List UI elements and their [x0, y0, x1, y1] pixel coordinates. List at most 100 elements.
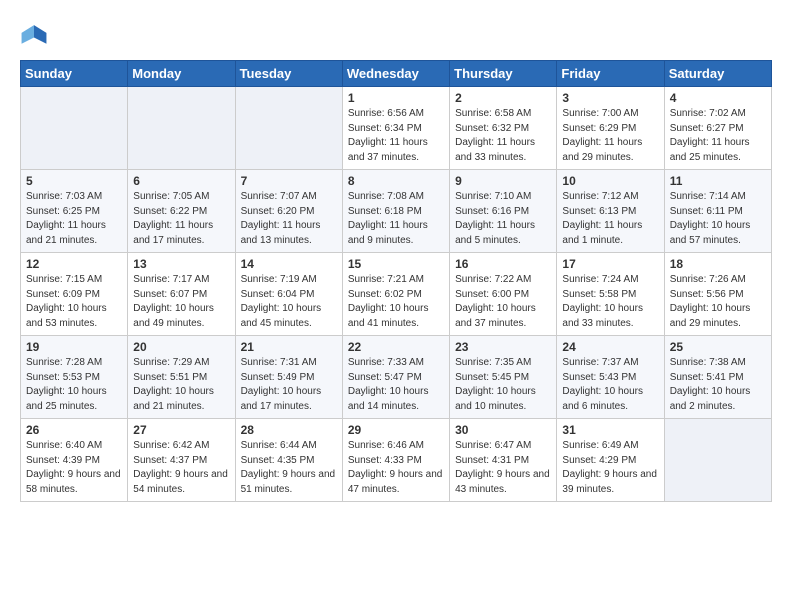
calendar-cell: 9Sunrise: 7:10 AM Sunset: 6:16 PM Daylig… [450, 170, 557, 253]
calendar-week-row: 26 Sunrise: 6:40 AM Sunset: 4:39 PM Dayli… [21, 419, 772, 502]
day-info: Sunrise: 7:38 AM Sunset: 5:41 PM Dayligh… [670, 356, 766, 414]
calendar-cell: 21 Sunrise: 7:31 AM Sunset: 5:49 PM Dayli… [235, 336, 342, 419]
day-info: Sunrise: 6:42 AM Sunset: 4:37 PM Dayligh… [133, 439, 229, 497]
day-info: Sunrise: 7:21 AM Sunset: 6:02 PM Dayligh… [348, 273, 444, 331]
weekday-header: Monday [128, 61, 235, 87]
day-info: Sunrise: 7:22 AM Sunset: 6:00 PM Dayligh… [455, 273, 551, 331]
day-number: 23 [455, 340, 551, 354]
calendar-cell: 13 Sunrise: 7:17 AM Sunset: 6:07 PM Dayli… [128, 253, 235, 336]
calendar-cell: 8Sunrise: 7:08 AM Sunset: 6:18 PM Daylig… [342, 170, 449, 253]
calendar-cell: 7 Sunrise: 7:07 AM Sunset: 6:20 PM Daylig… [235, 170, 342, 253]
page: SundayMondayTuesdayWednesdayThursdayFrid… [0, 0, 792, 516]
calendar-cell: 19Sunrise: 7:28 AM Sunset: 5:53 PM Dayli… [21, 336, 128, 419]
calendar-cell: 12Sunrise: 7:15 AM Sunset: 6:09 PM Dayli… [21, 253, 128, 336]
day-info: Sunrise: 7:37 AM Sunset: 5:43 PM Dayligh… [562, 356, 658, 414]
calendar-cell: 20 Sunrise: 7:29 AM Sunset: 5:51 PM Dayli… [128, 336, 235, 419]
calendar-cell: 1 Sunrise: 6:56 AM Sunset: 6:34 PM Daylig… [342, 87, 449, 170]
calendar-cell: 6 Sunrise: 7:05 AM Sunset: 6:22 PM Daylig… [128, 170, 235, 253]
calendar-cell: 22 Sunrise: 7:33 AM Sunset: 5:47 PM Dayli… [342, 336, 449, 419]
calendar-cell: 10 Sunrise: 7:12 AM Sunset: 6:13 PM Dayli… [557, 170, 664, 253]
logo [20, 22, 52, 50]
calendar-week-row: 12Sunrise: 7:15 AM Sunset: 6:09 PM Dayli… [21, 253, 772, 336]
day-number: 6 [133, 174, 229, 188]
logo-icon [20, 22, 48, 50]
day-number: 7 [241, 174, 337, 188]
day-number: 26 [26, 423, 122, 437]
day-number: 30 [455, 423, 551, 437]
weekday-header: Thursday [450, 61, 557, 87]
day-number: 17 [562, 257, 658, 271]
weekday-header: Tuesday [235, 61, 342, 87]
day-info: Sunrise: 7:07 AM Sunset: 6:20 PM Dayligh… [241, 190, 337, 248]
day-info: Sunrise: 6:56 AM Sunset: 6:34 PM Dayligh… [348, 107, 444, 165]
day-number: 22 [348, 340, 444, 354]
calendar-table: SundayMondayTuesdayWednesdayThursdayFrid… [20, 60, 772, 502]
day-number: 20 [133, 340, 229, 354]
day-info: Sunrise: 7:14 AM Sunset: 6:11 PM Dayligh… [670, 190, 766, 248]
day-number: 29 [348, 423, 444, 437]
day-number: 8 [348, 174, 444, 188]
day-number: 11 [670, 174, 766, 188]
calendar-cell: 14Sunrise: 7:19 AM Sunset: 6:04 PM Dayli… [235, 253, 342, 336]
calendar-header-row: SundayMondayTuesdayWednesdayThursdayFrid… [21, 61, 772, 87]
weekday-header: Saturday [664, 61, 771, 87]
day-info: Sunrise: 7:26 AM Sunset: 5:56 PM Dayligh… [670, 273, 766, 331]
day-info: Sunrise: 6:44 AM Sunset: 4:35 PM Dayligh… [241, 439, 337, 497]
day-number: 31 [562, 423, 658, 437]
day-number: 27 [133, 423, 229, 437]
day-number: 2 [455, 91, 551, 105]
calendar-cell [21, 87, 128, 170]
calendar-cell [664, 419, 771, 502]
day-number: 15 [348, 257, 444, 271]
day-number: 21 [241, 340, 337, 354]
day-info: Sunrise: 6:49 AM Sunset: 4:29 PM Dayligh… [562, 439, 658, 497]
day-info: Sunrise: 6:40 AM Sunset: 4:39 PM Dayligh… [26, 439, 122, 497]
day-info: Sunrise: 7:17 AM Sunset: 6:07 PM Dayligh… [133, 273, 229, 331]
day-number: 13 [133, 257, 229, 271]
calendar-cell: 26 Sunrise: 6:40 AM Sunset: 4:39 PM Dayli… [21, 419, 128, 502]
day-info: Sunrise: 7:05 AM Sunset: 6:22 PM Dayligh… [133, 190, 229, 248]
day-info: Sunrise: 7:31 AM Sunset: 5:49 PM Dayligh… [241, 356, 337, 414]
calendar-cell: 4Sunrise: 7:02 AM Sunset: 6:27 PM Daylig… [664, 87, 771, 170]
day-number: 3 [562, 91, 658, 105]
day-info: Sunrise: 7:03 AM Sunset: 6:25 PM Dayligh… [26, 190, 122, 248]
day-number: 24 [562, 340, 658, 354]
calendar-cell: 24 Sunrise: 7:37 AM Sunset: 5:43 PM Dayli… [557, 336, 664, 419]
day-info: Sunrise: 6:46 AM Sunset: 4:33 PM Dayligh… [348, 439, 444, 497]
day-info: Sunrise: 7:35 AM Sunset: 5:45 PM Dayligh… [455, 356, 551, 414]
day-number: 10 [562, 174, 658, 188]
day-number: 25 [670, 340, 766, 354]
calendar-cell: 23 Sunrise: 7:35 AM Sunset: 5:45 PM Dayli… [450, 336, 557, 419]
calendar-week-row: 19Sunrise: 7:28 AM Sunset: 5:53 PM Dayli… [21, 336, 772, 419]
day-info: Sunrise: 7:10 AM Sunset: 6:16 PM Dayligh… [455, 190, 551, 248]
weekday-header: Sunday [21, 61, 128, 87]
weekday-header: Friday [557, 61, 664, 87]
day-info: Sunrise: 6:47 AM Sunset: 4:31 PM Dayligh… [455, 439, 551, 497]
day-info: Sunrise: 7:28 AM Sunset: 5:53 PM Dayligh… [26, 356, 122, 414]
day-info: Sunrise: 7:02 AM Sunset: 6:27 PM Dayligh… [670, 107, 766, 165]
calendar-cell: 27 Sunrise: 6:42 AM Sunset: 4:37 PM Dayli… [128, 419, 235, 502]
day-number: 12 [26, 257, 122, 271]
day-info: Sunrise: 7:33 AM Sunset: 5:47 PM Dayligh… [348, 356, 444, 414]
day-info: Sunrise: 6:58 AM Sunset: 6:32 PM Dayligh… [455, 107, 551, 165]
calendar-week-row: 1 Sunrise: 6:56 AM Sunset: 6:34 PM Daylig… [21, 87, 772, 170]
day-number: 18 [670, 257, 766, 271]
calendar-cell: 15 Sunrise: 7:21 AM Sunset: 6:02 PM Dayli… [342, 253, 449, 336]
calendar-cell [128, 87, 235, 170]
header [20, 18, 772, 50]
calendar-cell: 31 Sunrise: 6:49 AM Sunset: 4:29 PM Dayli… [557, 419, 664, 502]
calendar-cell: 18 Sunrise: 7:26 AM Sunset: 5:56 PM Dayli… [664, 253, 771, 336]
calendar-cell: 17Sunrise: 7:24 AM Sunset: 5:58 PM Dayli… [557, 253, 664, 336]
calendar-cell: 25 Sunrise: 7:38 AM Sunset: 5:41 PM Dayli… [664, 336, 771, 419]
calendar-cell: 29 Sunrise: 6:46 AM Sunset: 4:33 PM Dayli… [342, 419, 449, 502]
day-number: 28 [241, 423, 337, 437]
calendar-week-row: 5 Sunrise: 7:03 AM Sunset: 6:25 PM Daylig… [21, 170, 772, 253]
calendar-cell: 30 Sunrise: 6:47 AM Sunset: 4:31 PM Dayli… [450, 419, 557, 502]
day-info: Sunrise: 7:29 AM Sunset: 5:51 PM Dayligh… [133, 356, 229, 414]
day-info: Sunrise: 7:00 AM Sunset: 6:29 PM Dayligh… [562, 107, 658, 165]
day-number: 5 [26, 174, 122, 188]
calendar-cell [235, 87, 342, 170]
day-number: 1 [348, 91, 444, 105]
day-info: Sunrise: 7:19 AM Sunset: 6:04 PM Dayligh… [241, 273, 337, 331]
day-info: Sunrise: 7:12 AM Sunset: 6:13 PM Dayligh… [562, 190, 658, 248]
